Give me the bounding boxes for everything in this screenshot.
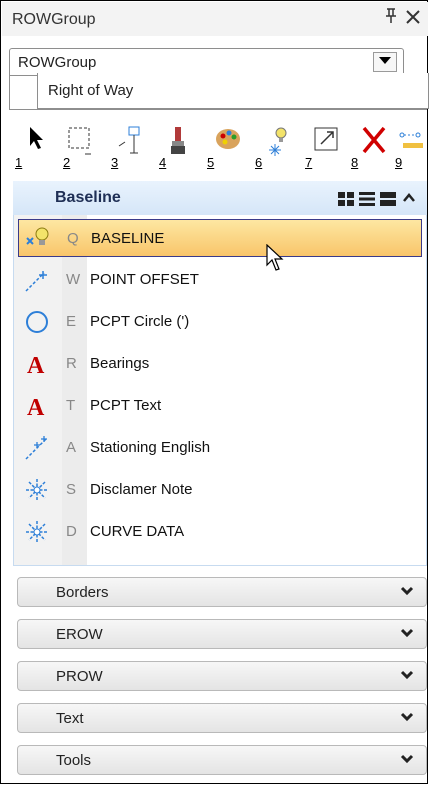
item-label: Bearings xyxy=(90,355,150,372)
list-item[interactable]: D CURVE DATA xyxy=(18,513,422,551)
place-icon xyxy=(314,127,338,151)
text-a-icon: A xyxy=(27,353,45,377)
divider xyxy=(9,73,10,109)
tool-number: 7 xyxy=(305,155,313,170)
svg-text:A: A xyxy=(27,395,45,419)
item-label: PCPT Text xyxy=(90,397,162,414)
group-dropdown-value: ROWGroup xyxy=(18,54,97,71)
shortcut-key: Q xyxy=(67,230,79,247)
accordion-text[interactable]: Text xyxy=(17,703,427,733)
section-header[interactable]: Baseline xyxy=(13,181,427,215)
text-a-icon: A xyxy=(27,395,45,419)
chevron-down-icon xyxy=(400,754,414,764)
bulb-icon xyxy=(26,227,49,245)
accordion-tools[interactable]: Tools xyxy=(17,745,427,775)
tool-number: 5 xyxy=(207,155,215,170)
shortcut-key: E xyxy=(66,313,77,330)
tool-fence-button[interactable]: 2 xyxy=(59,126,103,170)
svg-text:A: A xyxy=(27,353,45,377)
tool-number: 1 xyxy=(15,155,23,170)
item-label: PCPT Circle (') xyxy=(90,313,190,330)
element-icon xyxy=(118,126,140,154)
delete-icon xyxy=(362,126,386,154)
sparkle-icon xyxy=(26,521,48,543)
item-label: POINT OFFSET xyxy=(90,271,199,288)
shortcut-key: A xyxy=(66,439,77,456)
tool-select-button[interactable]: 1 xyxy=(15,126,55,170)
chevron-down-icon xyxy=(400,628,414,638)
accordion-label: PROW xyxy=(56,668,103,685)
tool-smart-button[interactable]: 6 xyxy=(251,126,297,170)
shortcut-key: T xyxy=(66,397,76,414)
tool-delete-button[interactable]: 8 xyxy=(349,126,389,170)
shortcut-key: W xyxy=(66,271,81,288)
chevron-down-icon xyxy=(400,586,414,596)
accordion-label: EROW xyxy=(56,626,103,643)
item-label: Stationing English xyxy=(90,439,211,456)
tool-number: 3 xyxy=(111,155,119,170)
item-label: Disclamer Note xyxy=(90,481,193,498)
accordion-erow[interactable]: EROW xyxy=(17,619,427,649)
shortcut-key: D xyxy=(66,523,77,540)
list-item[interactable]: E PCPT Circle (') xyxy=(18,303,422,341)
chevron-down-icon xyxy=(400,712,414,722)
item-label: CURVE DATA xyxy=(90,523,185,540)
tool-number: 8 xyxy=(351,155,359,170)
tool-list: Q BASELINE W POINT OFFSET E PCPT Circle … xyxy=(13,215,427,566)
list-item[interactable]: W POINT OFFSET xyxy=(18,261,422,299)
tool-measure-button[interactable]: 9 xyxy=(393,126,427,170)
list-item[interactable]: S Disclamer Note xyxy=(18,471,422,509)
detail-view-icon[interactable] xyxy=(380,192,396,206)
tool-number: 4 xyxy=(159,155,167,170)
divider xyxy=(9,109,427,110)
subgroup-tab[interactable]: Right of Way xyxy=(37,73,429,109)
sparkle-icon xyxy=(26,479,48,501)
list-view-icon[interactable] xyxy=(359,192,375,206)
accordion-label: Text xyxy=(56,710,84,727)
palette-icon xyxy=(216,129,240,149)
accordion-prow[interactable]: PROW xyxy=(17,661,427,691)
item-label: BASELINE xyxy=(91,230,165,247)
bulb-sparkle-icon xyxy=(269,127,287,156)
list-item[interactable]: A R Bearings xyxy=(18,345,422,383)
circle-icon xyxy=(26,311,48,333)
stationing-icon xyxy=(25,436,47,460)
tool-brush-button[interactable]: 4 xyxy=(155,126,199,170)
tool-number: 6 xyxy=(255,155,263,170)
window-title: ROWGroup xyxy=(12,11,96,28)
fence-icon xyxy=(68,127,91,155)
list-item[interactable]: A Stationing English xyxy=(18,429,422,467)
tool-number: 2 xyxy=(63,155,71,170)
shortcut-key: S xyxy=(66,481,77,498)
accordion-label: Borders xyxy=(56,584,109,601)
tool-place-button[interactable]: 7 xyxy=(301,126,345,170)
tool-element-button[interactable]: 3 xyxy=(107,126,151,170)
close-icon[interactable] xyxy=(405,5,421,31)
arrow-icon xyxy=(30,127,43,149)
brush-icon xyxy=(171,127,185,154)
dropdown-arrow-icon[interactable] xyxy=(373,52,397,72)
group-dropdown[interactable]: ROWGroup xyxy=(9,48,404,76)
section-title: Baseline xyxy=(55,189,121,206)
measure-icon xyxy=(399,132,423,148)
collapse-icon[interactable] xyxy=(403,193,415,203)
tool-number: 9 xyxy=(395,155,403,170)
tool-palette-button[interactable]: 5 xyxy=(203,126,247,170)
chevron-down-icon xyxy=(400,670,414,680)
list-item[interactable]: Q BASELINE xyxy=(18,219,422,257)
point-offset-icon xyxy=(25,271,47,292)
tool-toolbar: 1 2 3 4 5 6 7 8 9 xyxy=(9,114,427,180)
tiles-view-icon[interactable] xyxy=(338,192,354,206)
shortcut-key: R xyxy=(66,355,77,372)
panel-frame: ROWGroup ROWGroup Right of Way 1 2 3 4 5… xyxy=(0,0,429,784)
subgroup-label: Right of Way xyxy=(48,82,134,99)
accordion-label: Tools xyxy=(56,752,92,769)
title-bar: ROWGroup xyxy=(2,2,428,36)
mouse-cursor-icon xyxy=(266,244,284,271)
accordion-borders[interactable]: Borders xyxy=(17,577,427,607)
list-item[interactable]: A T PCPT Text xyxy=(18,387,422,425)
pin-icon[interactable] xyxy=(385,8,397,29)
